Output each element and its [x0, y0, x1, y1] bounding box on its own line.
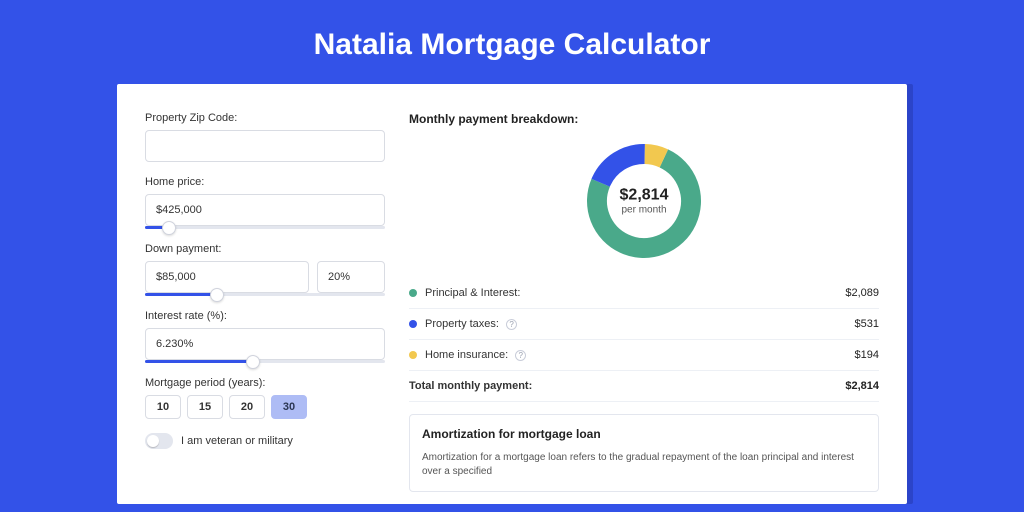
legend-label: Property taxes: ?	[425, 318, 855, 330]
period-option-10[interactable]: 10	[145, 395, 181, 419]
slider-thumb-icon[interactable]	[162, 221, 176, 235]
legend-dot-icon	[409, 289, 417, 297]
interest-rate-field-group: Interest rate (%):	[145, 310, 385, 363]
legend-row-taxes: Property taxes: ? $531	[409, 309, 879, 340]
period-option-15[interactable]: 15	[187, 395, 223, 419]
period-label: Mortgage period (years):	[145, 377, 385, 389]
legend-label-text: Property taxes:	[425, 318, 499, 330]
legend-value: $194	[855, 349, 879, 361]
donut-amount: $2,814	[620, 187, 669, 205]
down-payment-percent-input[interactable]	[317, 261, 385, 293]
breakdown-column: Monthly payment breakdown: $2,814 per mo…	[409, 112, 879, 504]
down-payment-field-group: Down payment:	[145, 243, 385, 296]
legend-value: $2,089	[845, 287, 879, 299]
down-payment-amount-input[interactable]	[145, 261, 309, 293]
slider-thumb-icon[interactable]	[210, 288, 224, 302]
breakdown-heading: Monthly payment breakdown:	[409, 112, 879, 126]
zip-input[interactable]	[145, 130, 385, 162]
home-price-field-group: Home price:	[145, 176, 385, 229]
zip-label: Property Zip Code:	[145, 112, 385, 124]
donut-chart: $2,814 per month	[583, 140, 705, 262]
down-payment-slider[interactable]	[145, 293, 385, 296]
help-icon[interactable]: ?	[506, 319, 517, 330]
total-value: $2,814	[845, 380, 879, 392]
period-option-20[interactable]: 20	[229, 395, 265, 419]
interest-rate-slider[interactable]	[145, 360, 385, 363]
veteran-label: I am veteran or military	[181, 435, 293, 447]
legend-row-principal: Principal & Interest: $2,089	[409, 278, 879, 309]
home-price-slider[interactable]	[145, 226, 385, 229]
interest-rate-input[interactable]	[145, 328, 385, 360]
total-label: Total monthly payment:	[409, 380, 845, 392]
interest-rate-label: Interest rate (%):	[145, 310, 385, 322]
amortization-title: Amortization for mortgage loan	[422, 427, 866, 441]
home-price-input[interactable]	[145, 194, 385, 226]
legend-dot-icon	[409, 351, 417, 359]
page-title: Natalia Mortgage Calculator	[0, 0, 1024, 84]
legend-label-text: Home insurance:	[425, 349, 508, 361]
amortization-box: Amortization for mortgage loan Amortizat…	[409, 414, 879, 492]
legend-label: Principal & Interest:	[425, 287, 845, 299]
down-payment-label: Down payment:	[145, 243, 385, 255]
help-icon[interactable]: ?	[515, 350, 526, 361]
zip-field-group: Property Zip Code:	[145, 112, 385, 162]
home-price-label: Home price:	[145, 176, 385, 188]
period-options: 10 15 20 30	[145, 395, 385, 419]
period-option-30[interactable]: 30	[271, 395, 307, 419]
period-field-group: Mortgage period (years): 10 15 20 30	[145, 377, 385, 419]
legend-row-insurance: Home insurance: ? $194	[409, 340, 879, 371]
legend-label: Home insurance: ?	[425, 349, 855, 361]
form-column: Property Zip Code: Home price: Down paym…	[145, 112, 385, 504]
legend-value: $531	[855, 318, 879, 330]
calculator-card: Property Zip Code: Home price: Down paym…	[117, 84, 907, 504]
legend-dot-icon	[409, 320, 417, 328]
amortization-text: Amortization for a mortgage loan refers …	[422, 451, 866, 479]
veteran-row: I am veteran or military	[145, 433, 385, 449]
slider-thumb-icon[interactable]	[246, 355, 260, 369]
legend-row-total: Total monthly payment: $2,814	[409, 371, 879, 402]
donut-chart-wrap: $2,814 per month	[409, 140, 879, 262]
toggle-knob-icon	[147, 435, 159, 447]
donut-center: $2,814 per month	[620, 187, 669, 216]
veteran-toggle[interactable]	[145, 433, 173, 449]
donut-unit: per month	[620, 205, 669, 216]
